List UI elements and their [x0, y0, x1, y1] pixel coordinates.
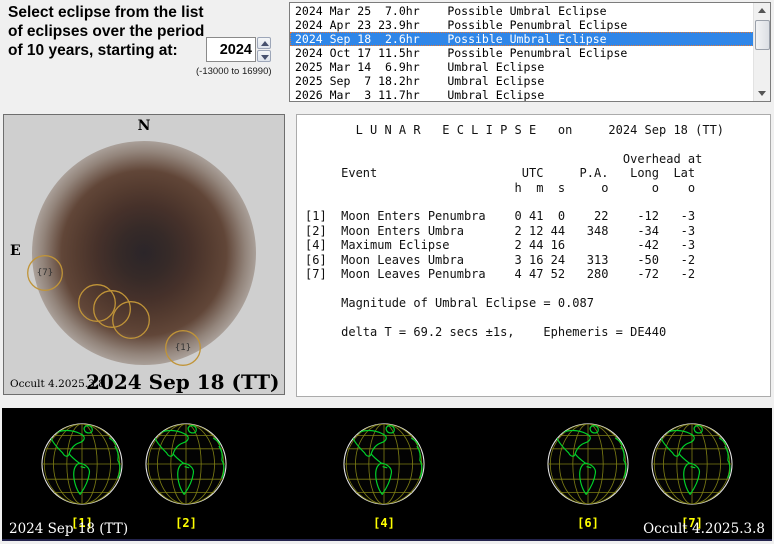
globe-label-6: [6] — [577, 516, 599, 530]
report-header-overhead: Overhead at — [305, 151, 703, 166]
globe-label-4: [4] — [373, 516, 395, 530]
report-magnitude: Magnitude of Umbral Eclipse = 0.087 — [305, 295, 594, 310]
report-delta-t: delta T = 69.2 secs ±1s, Ephemeris = DE4… — [305, 324, 667, 339]
globe-view-4 — [338, 418, 430, 510]
moon-positions-overlay — [27, 255, 201, 366]
spinner-up-button[interactable] — [257, 37, 271, 49]
report-event-row-4: [4] Maximum Eclipse 2 44 16 -42 -3 — [305, 238, 696, 253]
report-line — [305, 310, 770, 324]
eclipse-listbox: 2024 Mar 25 7.0hr Possible Umbral Eclips… — [289, 2, 771, 102]
globe-image — [36, 418, 128, 510]
list-scrollbar[interactable] — [753, 3, 770, 101]
globe-image — [646, 418, 738, 510]
up-arrow-icon — [261, 41, 269, 46]
eclipse-list-item[interactable]: 2024 Apr 23 23.9hr Possible Penumbral Ec… — [290, 18, 754, 32]
report-header-units: h m s o o o — [305, 180, 696, 195]
report-event-row-6: [6] Moon Leaves Umbra 3 16 24 313 -50 -2 — [305, 252, 696, 267]
scrollbar-down-button[interactable] — [754, 86, 770, 101]
start-year-box — [206, 37, 256, 62]
scroll-down-icon — [758, 91, 766, 96]
report-line — [305, 281, 770, 295]
globe-image — [542, 418, 634, 510]
report-header-columns: Event UTC P.A. Long Lat — [305, 166, 696, 181]
globe-image — [338, 418, 430, 510]
report-event-row-7: [7] Moon Leaves Penumbra 4 47 52 280 -72… — [305, 267, 696, 282]
report-title: L U N A R E C L I P S E on 2024 Sep 18 (… — [305, 123, 725, 137]
eclipse-diagram-panel: N E {7} {1} Occult 4.2025.3.8 2024 Sep 1… — [3, 114, 285, 395]
scroll-up-icon — [758, 8, 766, 13]
eclipse-list-item[interactable]: 2025 Sep 7 18.2hr Umbral Eclipse — [290, 74, 754, 88]
year-range-hint: (-13000 to 16990) — [196, 66, 272, 77]
report-event-row-2: [2] Moon Enters Umbra 2 12 44 348 -34 -3 — [305, 223, 696, 238]
moon-label-1: {1} — [174, 343, 192, 353]
spinner-down-button[interactable] — [257, 50, 271, 62]
down-arrow-icon — [261, 55, 269, 60]
start-year-input[interactable] — [207, 38, 255, 61]
intro-line-1: Select eclipse from the list — [8, 4, 204, 21]
scrollbar-up-button[interactable] — [754, 3, 770, 18]
moon-circle-6 — [112, 301, 150, 339]
globe-view-2 — [140, 418, 232, 510]
globe-views-bar: [1] [2] [4] [6] [7] 2024 Sep 18 (TT) Occ… — [2, 408, 772, 541]
globe-label-2: [2] — [175, 516, 197, 530]
globes-bar-date: 2024 Sep 18 (TT) — [9, 521, 129, 537]
eclipse-list-item[interactable]: 2026 Mar 3 11.7hr Umbral Eclipse — [290, 88, 754, 101]
moon-label-7: {7} — [36, 268, 54, 278]
scrollbar-thumb[interactable] — [755, 20, 770, 50]
eclipse-list-item[interactable]: 2024 Mar 25 7.0hr Possible Umbral Eclips… — [290, 4, 754, 18]
globe-image — [140, 418, 232, 510]
occult-lunar-eclipse-window: Select eclipse from the list of eclipses… — [0, 0, 774, 544]
report-line — [305, 195, 770, 209]
eclipse-list-item-selected[interactable]: 2024 Sep 18 2.6hr Possible Umbral Eclips… — [290, 32, 754, 46]
eclipse-list-item[interactable]: 2025 Mar 14 6.9hr Umbral Eclipse — [290, 60, 754, 74]
globes-bar-version: Occult 4.2025.3.8 — [643, 521, 765, 537]
eclipse-report-panel: L U N A R E C L I P S E on 2024 Sep 18 (… — [296, 114, 771, 397]
eclipse-list-item[interactable]: 2024 Oct 17 11.5hr Possible Penumbral Ec… — [290, 46, 754, 60]
diagram-date-title: 2024 Sep 18 (TT) — [86, 370, 280, 394]
start-year-spinner — [257, 37, 271, 62]
report-event-row-1: [1] Moon Enters Penumbra 0 41 0 22 -12 -… — [305, 209, 696, 224]
report-line — [305, 137, 770, 151]
globe-view-6 — [542, 418, 634, 510]
eclipse-list-rows: 2024 Mar 25 7.0hr Possible Umbral Eclips… — [290, 4, 754, 101]
globe-view-7 — [646, 418, 738, 510]
moon-circle-4 — [93, 290, 131, 328]
globe-view-1 — [36, 418, 128, 510]
